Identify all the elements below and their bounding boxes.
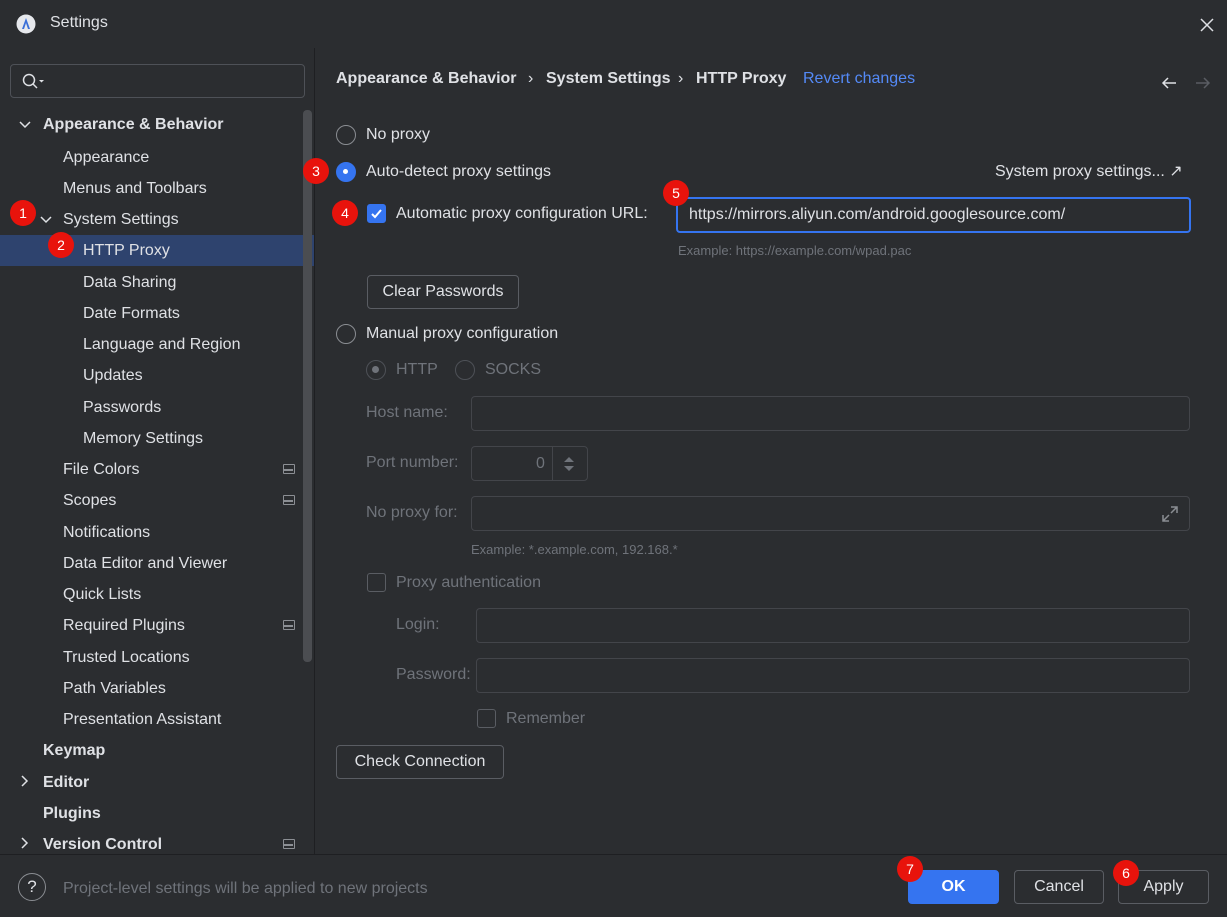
spinner-arrows-icon[interactable] [562, 455, 576, 473]
sidebar-item-appearance[interactable]: Appearance [63, 142, 149, 173]
socks-label: SOCKS [485, 361, 542, 378]
login-label: Login: [396, 616, 440, 633]
host-name-label: Host name: [366, 404, 448, 421]
breadcrumb-system-settings[interactable]: System Settings [546, 70, 670, 92]
sidebar-item-scopes[interactable]: Scopes [63, 485, 116, 516]
socks-radio[interactable] [455, 360, 475, 380]
sidebar-item-data-sharing[interactable]: Data Sharing [83, 267, 176, 298]
auto-config-url-example: Example: https://example.com/wpad.pac [678, 243, 912, 258]
no-proxy-for-label: No proxy for: [366, 504, 458, 521]
auto-detect-radio[interactable] [336, 162, 356, 182]
cancel-button[interactable]: Cancel [1014, 870, 1104, 904]
sidebar-item-trusted-locations[interactable]: Trusted Locations [63, 642, 190, 673]
clear-passwords-button[interactable]: Clear Passwords [367, 275, 519, 309]
sidebar-item-data-editor-viewer[interactable]: Data Editor and Viewer [63, 548, 227, 579]
sidebar-item-updates[interactable]: Updates [83, 360, 143, 391]
sidebar-item-keymap[interactable]: Keymap [43, 735, 105, 766]
sidebar-item-appearance-behavior[interactable]: Appearance & Behavior [43, 109, 224, 140]
sidebar-item-http-proxy[interactable]: HTTP Proxy [83, 235, 170, 266]
project-settings-note: Project-level settings will be applied t… [63, 880, 428, 897]
ok-button[interactable]: OK [908, 870, 999, 904]
search-input[interactable] [51, 69, 296, 93]
sidebar-item-menus-toolbars[interactable]: Menus and Toolbars [63, 173, 207, 204]
sidebar-item-version-control[interactable]: Version Control [43, 829, 162, 854]
breadcrumb-http-proxy: HTTP Proxy [696, 70, 787, 87]
password-label: Password: [396, 666, 471, 683]
auto-config-url-input[interactable] [678, 199, 1189, 231]
settings-sidebar: Appearance & Behavior Appearance Menus a… [0, 48, 315, 854]
annotation-badge: 2 [48, 232, 74, 258]
proxy-auth-checkbox[interactable] [367, 573, 386, 592]
breadcrumb-appearance-behavior[interactable]: Appearance & Behavior [336, 70, 517, 92]
host-name-field[interactable] [471, 396, 1190, 431]
http-radio[interactable] [366, 360, 386, 380]
sidebar-item-notifications[interactable]: Notifications [63, 517, 150, 548]
sidebar-item-path-variables[interactable]: Path Variables [63, 673, 166, 704]
port-number-value: 0 [536, 455, 545, 472]
breadcrumb-separator: › [678, 70, 684, 87]
http-label: HTTP [396, 361, 438, 378]
project-level-icon [283, 620, 295, 630]
annotation-badge: 5 [663, 180, 689, 206]
sidebar-item-memory-settings[interactable]: Memory Settings [83, 423, 203, 454]
help-button[interactable]: ? [18, 873, 46, 901]
project-level-icon [283, 495, 295, 505]
window-title: Settings [50, 14, 108, 31]
annotation-badge: 3 [303, 158, 329, 184]
no-proxy-label: No proxy [366, 126, 431, 143]
project-level-icon [283, 839, 295, 849]
sidebar-item-system-settings[interactable]: System Settings [63, 204, 179, 235]
stepper-divider [552, 447, 553, 480]
expand-icon[interactable] [1160, 504, 1180, 524]
sidebar-item-file-colors[interactable]: File Colors [63, 454, 139, 485]
forward-arrow-icon[interactable] [1194, 74, 1212, 92]
sidebar-item-passwords[interactable]: Passwords [83, 392, 161, 423]
port-number-field[interactable]: 0 [471, 446, 588, 481]
sidebar-item-quick-lists[interactable]: Quick Lists [63, 579, 141, 610]
remember-label: Remember [506, 710, 586, 727]
auto-config-url-label: Automatic proxy configuration URL: [396, 205, 648, 222]
no-proxy-radio[interactable] [336, 125, 356, 145]
manual-proxy-radio[interactable] [336, 324, 356, 344]
auto-config-url-checkbox[interactable] [367, 204, 386, 223]
android-studio-icon [16, 14, 36, 34]
port-number-label: Port number: [366, 454, 459, 471]
revert-changes-link[interactable]: Revert changes [803, 70, 915, 92]
sidebar-scrollbar[interactable] [303, 110, 312, 662]
password-field[interactable] [476, 658, 1190, 693]
sidebar-item-language-region[interactable]: Language and Region [83, 329, 240, 360]
proxy-auth-label: Proxy authentication [396, 574, 541, 591]
chevron-down-icon[interactable] [18, 118, 32, 132]
dialog-footer: ? Project-level settings will be applied… [0, 854, 1227, 917]
search-box[interactable] [10, 64, 305, 98]
sidebar-item-required-plugins[interactable]: Required Plugins [63, 610, 185, 641]
search-icon [22, 73, 44, 89]
check-icon [371, 209, 382, 219]
annotation-badge: 6 [1113, 860, 1139, 886]
sidebar-item-plugins[interactable]: Plugins [43, 798, 101, 829]
auto-detect-label: Auto-detect proxy settings [366, 163, 551, 180]
sidebar-item-date-formats[interactable]: Date Formats [83, 298, 180, 329]
back-arrow-icon[interactable] [1160, 74, 1178, 92]
no-proxy-for-example: Example: *.example.com, 192.168.* [471, 542, 678, 557]
login-field[interactable] [476, 608, 1190, 643]
sidebar-item-presentation-assistant[interactable]: Presentation Assistant [63, 704, 221, 735]
close-icon[interactable] [1197, 15, 1217, 35]
auto-config-url-field[interactable] [676, 197, 1191, 233]
check-connection-button[interactable]: Check Connection [336, 745, 504, 779]
sidebar-item-editor[interactable]: Editor [43, 767, 89, 798]
annotation-badge: 7 [897, 856, 923, 882]
system-proxy-settings-link[interactable]: System proxy settings... ↗ [995, 162, 1183, 182]
annotation-badge: 4 [332, 200, 358, 226]
project-level-icon [283, 464, 295, 474]
remember-checkbox[interactable] [477, 709, 496, 728]
breadcrumb-separator: › [528, 70, 534, 87]
no-proxy-for-field[interactable] [471, 496, 1190, 531]
chevron-right-icon[interactable] [18, 836, 32, 850]
manual-proxy-label: Manual proxy configuration [366, 325, 559, 342]
annotation-badge: 1 [10, 200, 36, 226]
chevron-right-icon[interactable] [18, 774, 32, 788]
chevron-down-icon[interactable] [39, 213, 53, 227]
title-bar: Settings [0, 0, 1227, 48]
